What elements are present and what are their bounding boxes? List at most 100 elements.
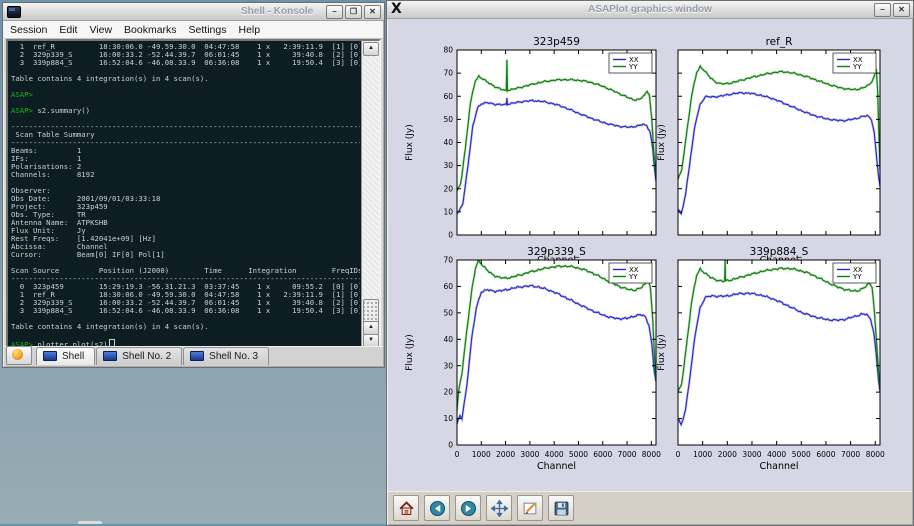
terminal-scrollbar[interactable]: ▲ ▲ ▼ <box>361 41 379 349</box>
konsole-app-icon <box>7 6 21 18</box>
svg-text:0: 0 <box>676 450 681 459</box>
svg-text:5000: 5000 <box>569 450 588 459</box>
menu-item-view[interactable]: View <box>83 23 118 37</box>
svg-text:10: 10 <box>443 207 453 216</box>
terminal-row: Cursor: Beam[0] IF[0] Pol[1] <box>11 251 360 259</box>
svg-text:0: 0 <box>448 441 453 450</box>
terminal-row: 3 339p884_S 16:52:04.6 -46.08.33.9 06:36… <box>11 59 360 67</box>
terminal-icon <box>43 351 57 361</box>
terminal-row: ASAP> <box>11 91 360 99</box>
legend-entry: YY <box>852 273 862 281</box>
back-button[interactable] <box>424 495 450 521</box>
close-icon[interactable]: ✕ <box>364 5 381 19</box>
x-axis-label: Channel <box>759 461 798 472</box>
terminal-row: Channels: 8192 <box>11 171 360 179</box>
minimize-icon[interactable]: – <box>874 3 891 17</box>
svg-text:60: 60 <box>443 282 453 291</box>
menu-item-edit[interactable]: Edit <box>53 23 83 37</box>
asaplot-window: X ASAPlot graphics window – ✕ 0 10 20 30 40 5… <box>386 0 914 526</box>
subplots-icon <box>522 500 539 517</box>
terminal-row: Table contains 4 integration(s) in 4 sca… <box>11 75 360 83</box>
home-button[interactable] <box>393 495 419 521</box>
plot-toolbar <box>388 491 912 524</box>
svg-text:10: 10 <box>443 414 453 423</box>
svg-text:50: 50 <box>443 115 453 124</box>
svg-text:40: 40 <box>443 138 453 147</box>
svg-text:80: 80 <box>443 46 453 55</box>
y-axis-label: Flux (Jy) <box>405 334 415 371</box>
new-session-button[interactable] <box>6 346 32 365</box>
plot-title: 323p459 <box>533 36 580 48</box>
terminal-row <box>11 83 360 91</box>
plot-329p339_S: 0100020003000400050006000700080000102030… <box>405 246 661 459</box>
svg-text:50: 50 <box>443 308 453 317</box>
terminal-row <box>11 331 360 339</box>
scroll-up-icon[interactable]: ▲ <box>363 42 379 56</box>
konsole-menubar: SessionEditViewBookmarksSettingsHelp <box>4 21 383 39</box>
back-icon <box>429 500 446 517</box>
plot-title: ref_R <box>766 36 793 48</box>
konsole-tabbar: ShellShell No. 2Shell No. 3 <box>4 346 383 366</box>
menu-item-session[interactable]: Session <box>4 23 53 37</box>
svg-text:3000: 3000 <box>742 450 761 459</box>
tab-shell-no-3[interactable]: Shell No. 3 <box>183 347 269 365</box>
svg-text:30: 30 <box>443 361 453 370</box>
plot-canvas[interactable]: 01020304050607080323p459Flux (Jy)XXYYref… <box>388 19 912 492</box>
svg-text:5000: 5000 <box>792 450 811 459</box>
svg-text:3000: 3000 <box>520 450 539 459</box>
svg-text:6000: 6000 <box>593 450 612 459</box>
asaplot-title: ASAPlot graphics window <box>588 4 712 15</box>
terminal-prompt: ASAP> <box>11 106 33 115</box>
close-icon[interactable]: ✕ <box>893 3 910 17</box>
maximize-icon[interactable]: ❐ <box>345 5 362 19</box>
svg-text:7000: 7000 <box>617 450 636 459</box>
svg-text:1000: 1000 <box>693 450 712 459</box>
y-axis-label: Flux (Jy) <box>657 334 667 371</box>
svg-text:8000: 8000 <box>642 450 661 459</box>
subplots-button[interactable] <box>517 495 543 521</box>
menu-item-settings[interactable]: Settings <box>183 23 233 37</box>
pan-icon <box>491 500 508 517</box>
plot-title: 339p884_S <box>750 246 809 258</box>
plots-figure: 01020304050607080323p459Flux (Jy)XXYYref… <box>388 19 912 492</box>
pan-button[interactable] <box>486 495 512 521</box>
terminal-output[interactable]: 1 ref_R 18:30:06.0 -49.59.30.0 04:47:58 … <box>11 43 360 349</box>
terminal-icon <box>103 351 117 361</box>
svg-text:30: 30 <box>443 161 453 170</box>
svg-text:8000: 8000 <box>866 450 885 459</box>
home-icon <box>398 500 415 517</box>
svg-text:6000: 6000 <box>816 450 835 459</box>
svg-text:70: 70 <box>443 256 453 265</box>
terminal-row: 3 339p884_S 16:52:04.6 -46.08.33.9 06:36… <box>11 307 360 315</box>
svg-text:20: 20 <box>443 388 453 397</box>
legend-entry: YY <box>852 63 862 71</box>
forward-button[interactable] <box>455 495 481 521</box>
new-session-icon <box>12 349 23 360</box>
x11-app-icon: X <box>391 1 402 17</box>
menu-item-help[interactable]: Help <box>233 23 267 37</box>
y-axis-label: Flux (Jy) <box>405 124 415 161</box>
minimize-icon[interactable]: – <box>326 5 343 19</box>
svg-text:20: 20 <box>443 184 453 193</box>
menu-item-bookmarks[interactable]: Bookmarks <box>118 23 183 37</box>
konsole-titlebar[interactable]: Shell - Konsole – ❐ ✕ <box>3 3 384 21</box>
terminal-row: ASAP> s2.summary() <box>11 107 360 115</box>
asaplot-titlebar[interactable]: X ASAPlot graphics window – ✕ <box>387 1 913 19</box>
svg-text:4000: 4000 <box>545 450 564 459</box>
svg-text:70: 70 <box>443 69 453 78</box>
terminal-prompt: ASAP> <box>11 90 33 99</box>
tab-shell-no-2[interactable]: Shell No. 2 <box>96 347 182 365</box>
tab-shell[interactable]: Shell <box>36 347 95 365</box>
svg-text:2000: 2000 <box>496 450 515 459</box>
terminal-row <box>11 179 360 187</box>
plot-title: 329p339_S <box>527 246 586 258</box>
svg-text:60: 60 <box>443 92 453 101</box>
terminal-icon <box>190 351 204 361</box>
scroll-up-icon[interactable]: ▲ <box>363 321 379 335</box>
plot-323p459: 01020304050607080323p459Flux (Jy)XXYY <box>405 36 656 240</box>
svg-text:1000: 1000 <box>472 450 491 459</box>
save-button[interactable] <box>548 495 574 521</box>
svg-text:40: 40 <box>443 335 453 344</box>
terminal-row: Table contains 4 integration(s) in 4 sca… <box>11 323 360 331</box>
svg-text:4000: 4000 <box>767 450 786 459</box>
